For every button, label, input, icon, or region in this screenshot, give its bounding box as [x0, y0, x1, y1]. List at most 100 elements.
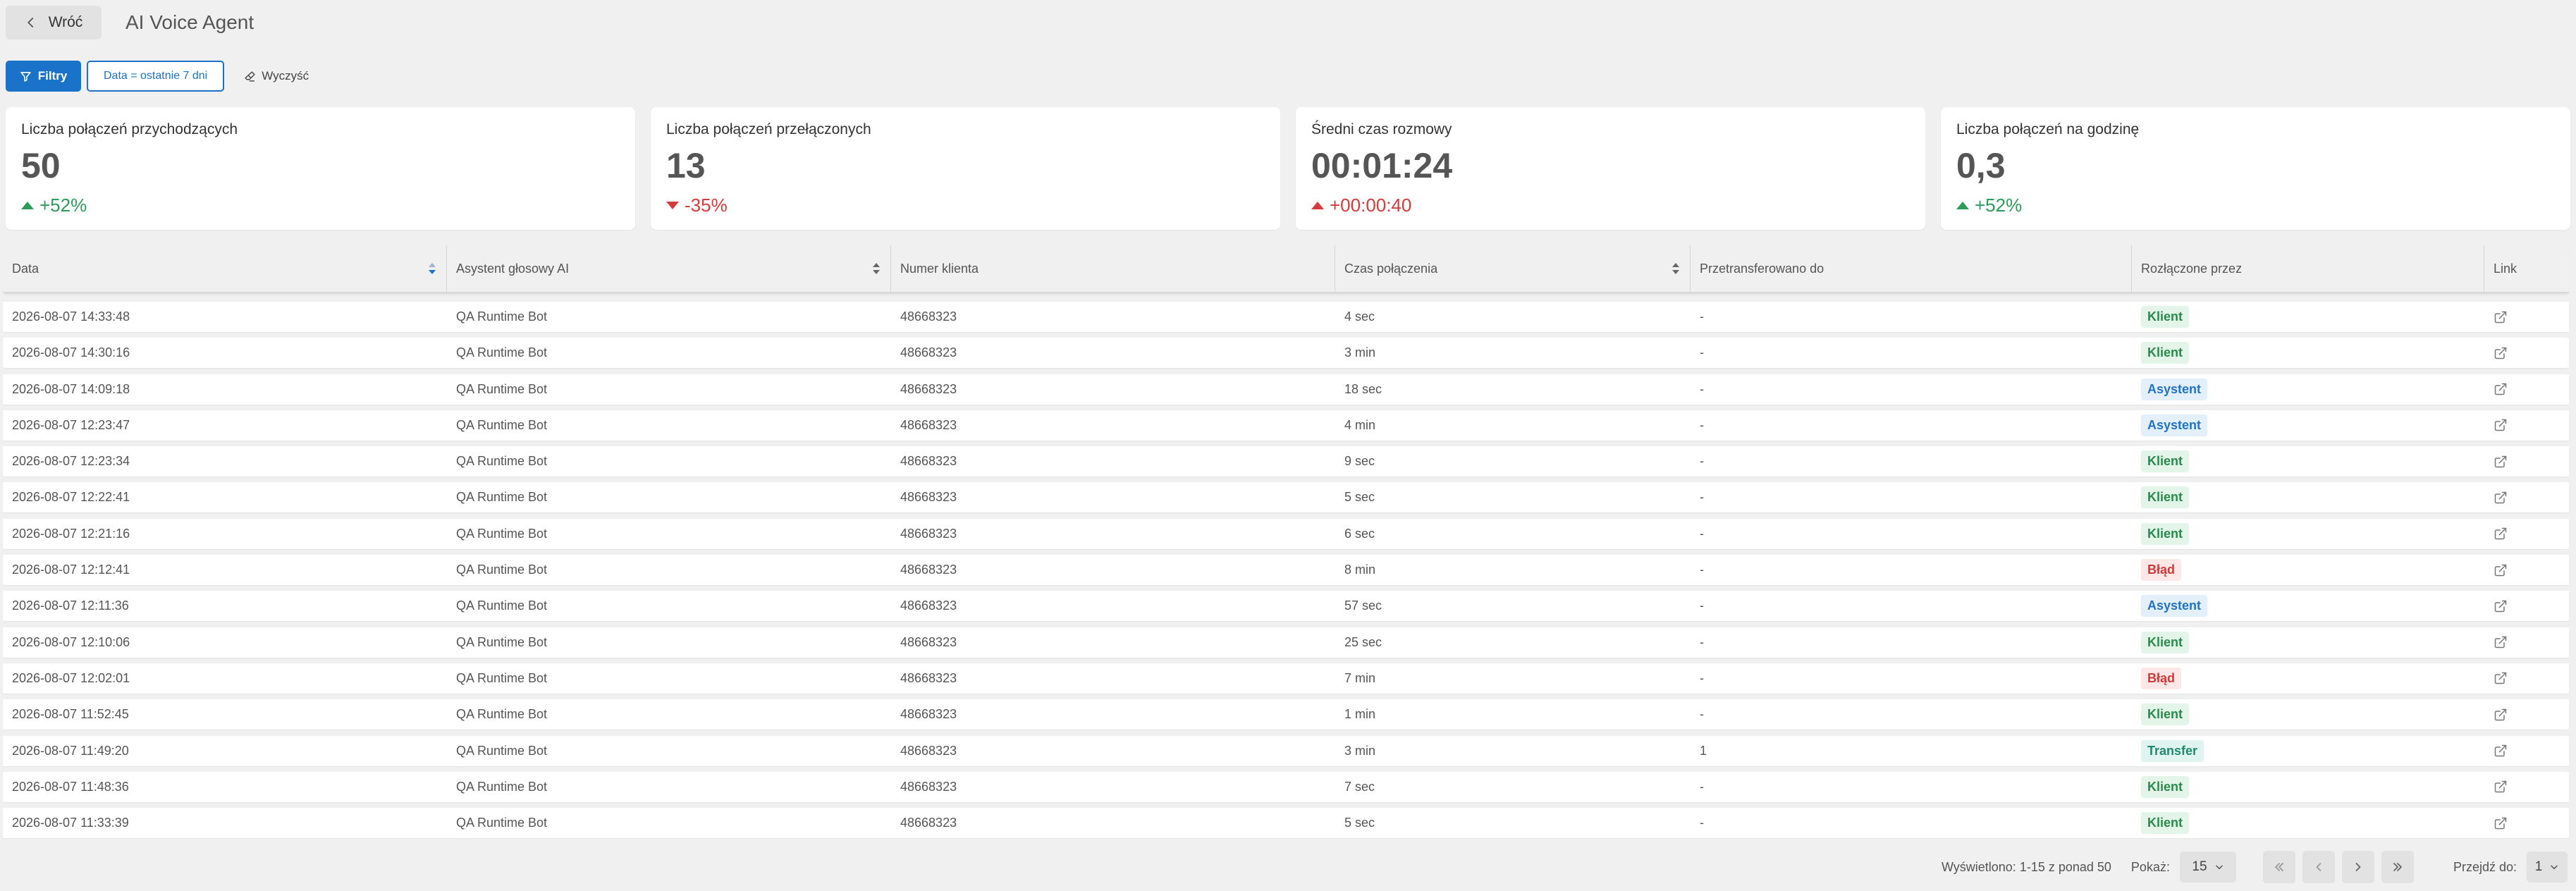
table-row[interactable]: 2026-08-07 12:23:34 QA Runtime Bot 4866832… [3, 446, 2569, 477]
cell-link [2484, 635, 2569, 649]
cell-client-number: 48668323 [900, 707, 957, 722]
column-header-disconnected-by: Rozłączone przez [2132, 245, 2484, 292]
external-link-icon[interactable] [2494, 382, 2508, 396]
external-link-icon[interactable] [2494, 599, 2508, 613]
next-page-button[interactable] [2341, 851, 2374, 883]
cell-client-number: 48668323 [900, 563, 957, 577]
cell-client-number: 48668323 [900, 381, 957, 396]
cell-client-number: 48668323 [900, 526, 957, 541]
cell-call-time: 18 sec [1344, 381, 1382, 396]
external-link-icon[interactable] [2494, 491, 2508, 505]
cell-assistant: QA Runtime Bot [456, 309, 548, 324]
chevrons-right-icon [2393, 863, 2402, 871]
cell-date: 2026-08-07 14:09:18 [12, 381, 130, 396]
cell-date: 2026-08-07 11:49:20 [12, 743, 129, 758]
column-header-label: Przetransferowano do [1700, 261, 1824, 276]
table-row[interactable]: 2026-08-07 11:33:39 QA Runtime Bot 4866832… [3, 808, 2569, 839]
external-link-icon[interactable] [2494, 744, 2508, 758]
kpi-value: 0,3 [1956, 146, 2006, 185]
table-row[interactable]: 2026-08-07 14:30:16 QA Runtime Bot 4866832… [3, 338, 2569, 369]
cell-assistant: QA Runtime Bot [456, 779, 548, 794]
external-link-icon[interactable] [2494, 635, 2508, 649]
chevron-right-icon [2355, 863, 2361, 871]
external-link-icon[interactable] [2494, 310, 2508, 324]
column-header-link: Link [2484, 245, 2569, 292]
table-row[interactable]: 2026-08-07 12:12:41 QA Runtime Bot 4866832… [3, 555, 2569, 586]
external-link-icon[interactable] [2494, 708, 2508, 722]
cell-assistant: QA Runtime Bot [456, 634, 548, 649]
cell-call-time: 5 sec [1344, 816, 1375, 830]
table-row[interactable]: 2026-08-07 12:11:36 QA Runtime Bot 4866832… [3, 591, 2569, 622]
kpi-cards: Liczba połączeń przychodzących 50 +52% L… [6, 107, 2570, 230]
kpi-value: 13 [666, 146, 706, 185]
column-header-assistant[interactable]: Asystent głosowy AI [447, 245, 891, 292]
external-link-icon[interactable] [2494, 780, 2508, 794]
cell-transferred-to: - [1700, 345, 1704, 360]
pagination: Wyświetlono: 1-15 z ponad 50 Pokaż: 15 P… [1942, 851, 2568, 883]
status-badge: Klient [2141, 486, 2190, 509]
table-row[interactable]: 2026-08-07 12:21:16 QA Runtime Bot 4866832… [3, 518, 2569, 549]
first-page-button[interactable] [2262, 851, 2295, 883]
external-link-icon[interactable] [2494, 455, 2508, 469]
cell-date: 2026-08-07 12:23:47 [12, 417, 130, 432]
table-row[interactable]: 2026-08-07 14:09:18 QA Runtime Bot 4866832… [3, 374, 2569, 405]
goto-page-select[interactable]: 1 [2527, 852, 2568, 883]
cell-transferred-to: - [1700, 490, 1704, 505]
cell-call-time: 57 sec [1344, 598, 1382, 613]
arrow-up-icon [21, 202, 34, 209]
status-badge: Klient [2141, 342, 2190, 364]
page-size-select[interactable]: 15 [2179, 852, 2236, 883]
cell-transferred-to: - [1700, 417, 1704, 432]
table-row[interactable]: 2026-08-07 11:49:20 QA Runtime Bot 4866832… [3, 735, 2569, 766]
chevrons-left-icon [2275, 863, 2283, 871]
table-row[interactable]: 2026-08-07 14:33:48 QA Runtime Bot 4866832… [3, 302, 2569, 332]
cell-disconnected-by: Klient [2132, 342, 2484, 364]
clear-filters-button[interactable]: Wyczyść [230, 61, 323, 92]
table-row[interactable]: 2026-08-07 12:10:06 QA Runtime Bot 4866832… [3, 627, 2569, 658]
kpi-change-value: +52% [39, 195, 87, 216]
page-size-value: 15 [2192, 859, 2207, 874]
table-row[interactable]: 2026-08-07 12:02:01 QA Runtime Bot 4866832… [3, 663, 2569, 694]
column-header-label: Link [2494, 261, 2517, 276]
filters-button[interactable]: Filtry [6, 61, 81, 92]
previous-page-button[interactable] [2302, 851, 2335, 883]
table-row[interactable]: 2026-08-07 11:48:36 QA Runtime Bot 4866832… [3, 771, 2569, 802]
back-button-label: Wróć [48, 14, 83, 30]
date-filter-chip[interactable]: Data = ostatnie 7 dni [87, 61, 225, 92]
cell-assistant: QA Runtime Bot [456, 490, 548, 505]
calls-table: Data Asystent głosowy AI Numer klienta C… [3, 245, 2569, 844]
cell-date: 2026-08-07 14:33:48 [12, 309, 130, 324]
cell-link [2484, 382, 2569, 396]
external-link-icon[interactable] [2494, 527, 2508, 541]
cell-disconnected-by: Asystent [2132, 378, 2484, 400]
external-link-icon[interactable] [2494, 418, 2508, 432]
external-link-icon[interactable] [2494, 563, 2508, 577]
filter-icon [20, 71, 31, 82]
back-button[interactable]: Wróć [6, 6, 102, 39]
cell-disconnected-by: Klient [2132, 703, 2484, 726]
cell-client-number: 48668323 [900, 598, 957, 613]
cell-disconnected-by: Klient [2132, 775, 2484, 798]
table-row[interactable]: 2026-08-07 12:23:47 QA Runtime Bot 4866832… [3, 410, 2569, 441]
sort-icon [873, 263, 880, 274]
cell-transferred-to: - [1700, 598, 1704, 613]
table-row[interactable]: 2026-08-07 11:52:45 QA Runtime Bot 4866832… [3, 699, 2569, 730]
external-link-icon[interactable] [2494, 346, 2508, 360]
arrow-up-icon [1956, 202, 1969, 209]
cell-assistant: QA Runtime Bot [456, 816, 548, 830]
cell-assistant: QA Runtime Bot [456, 743, 548, 758]
kpi-value: 50 [21, 146, 61, 185]
table-row[interactable]: 2026-08-07 12:22:41 QA Runtime Bot 4866832… [3, 482, 2569, 513]
cell-assistant: QA Runtime Bot [456, 454, 548, 469]
cell-date: 2026-08-07 11:48:36 [12, 779, 129, 794]
external-link-icon[interactable] [2494, 816, 2508, 830]
last-page-button[interactable] [2381, 851, 2414, 883]
external-link-icon[interactable] [2494, 671, 2508, 685]
column-header-date[interactable]: Data [3, 245, 447, 292]
cell-client-number: 48668323 [900, 816, 957, 830]
cell-assistant: QA Runtime Bot [456, 381, 548, 396]
kpi-change: +52% [21, 195, 620, 216]
column-header-call-time[interactable]: Czas połączenia [1335, 245, 1691, 292]
cell-link [2484, 346, 2569, 360]
status-badge: Asystent [2141, 595, 2208, 617]
